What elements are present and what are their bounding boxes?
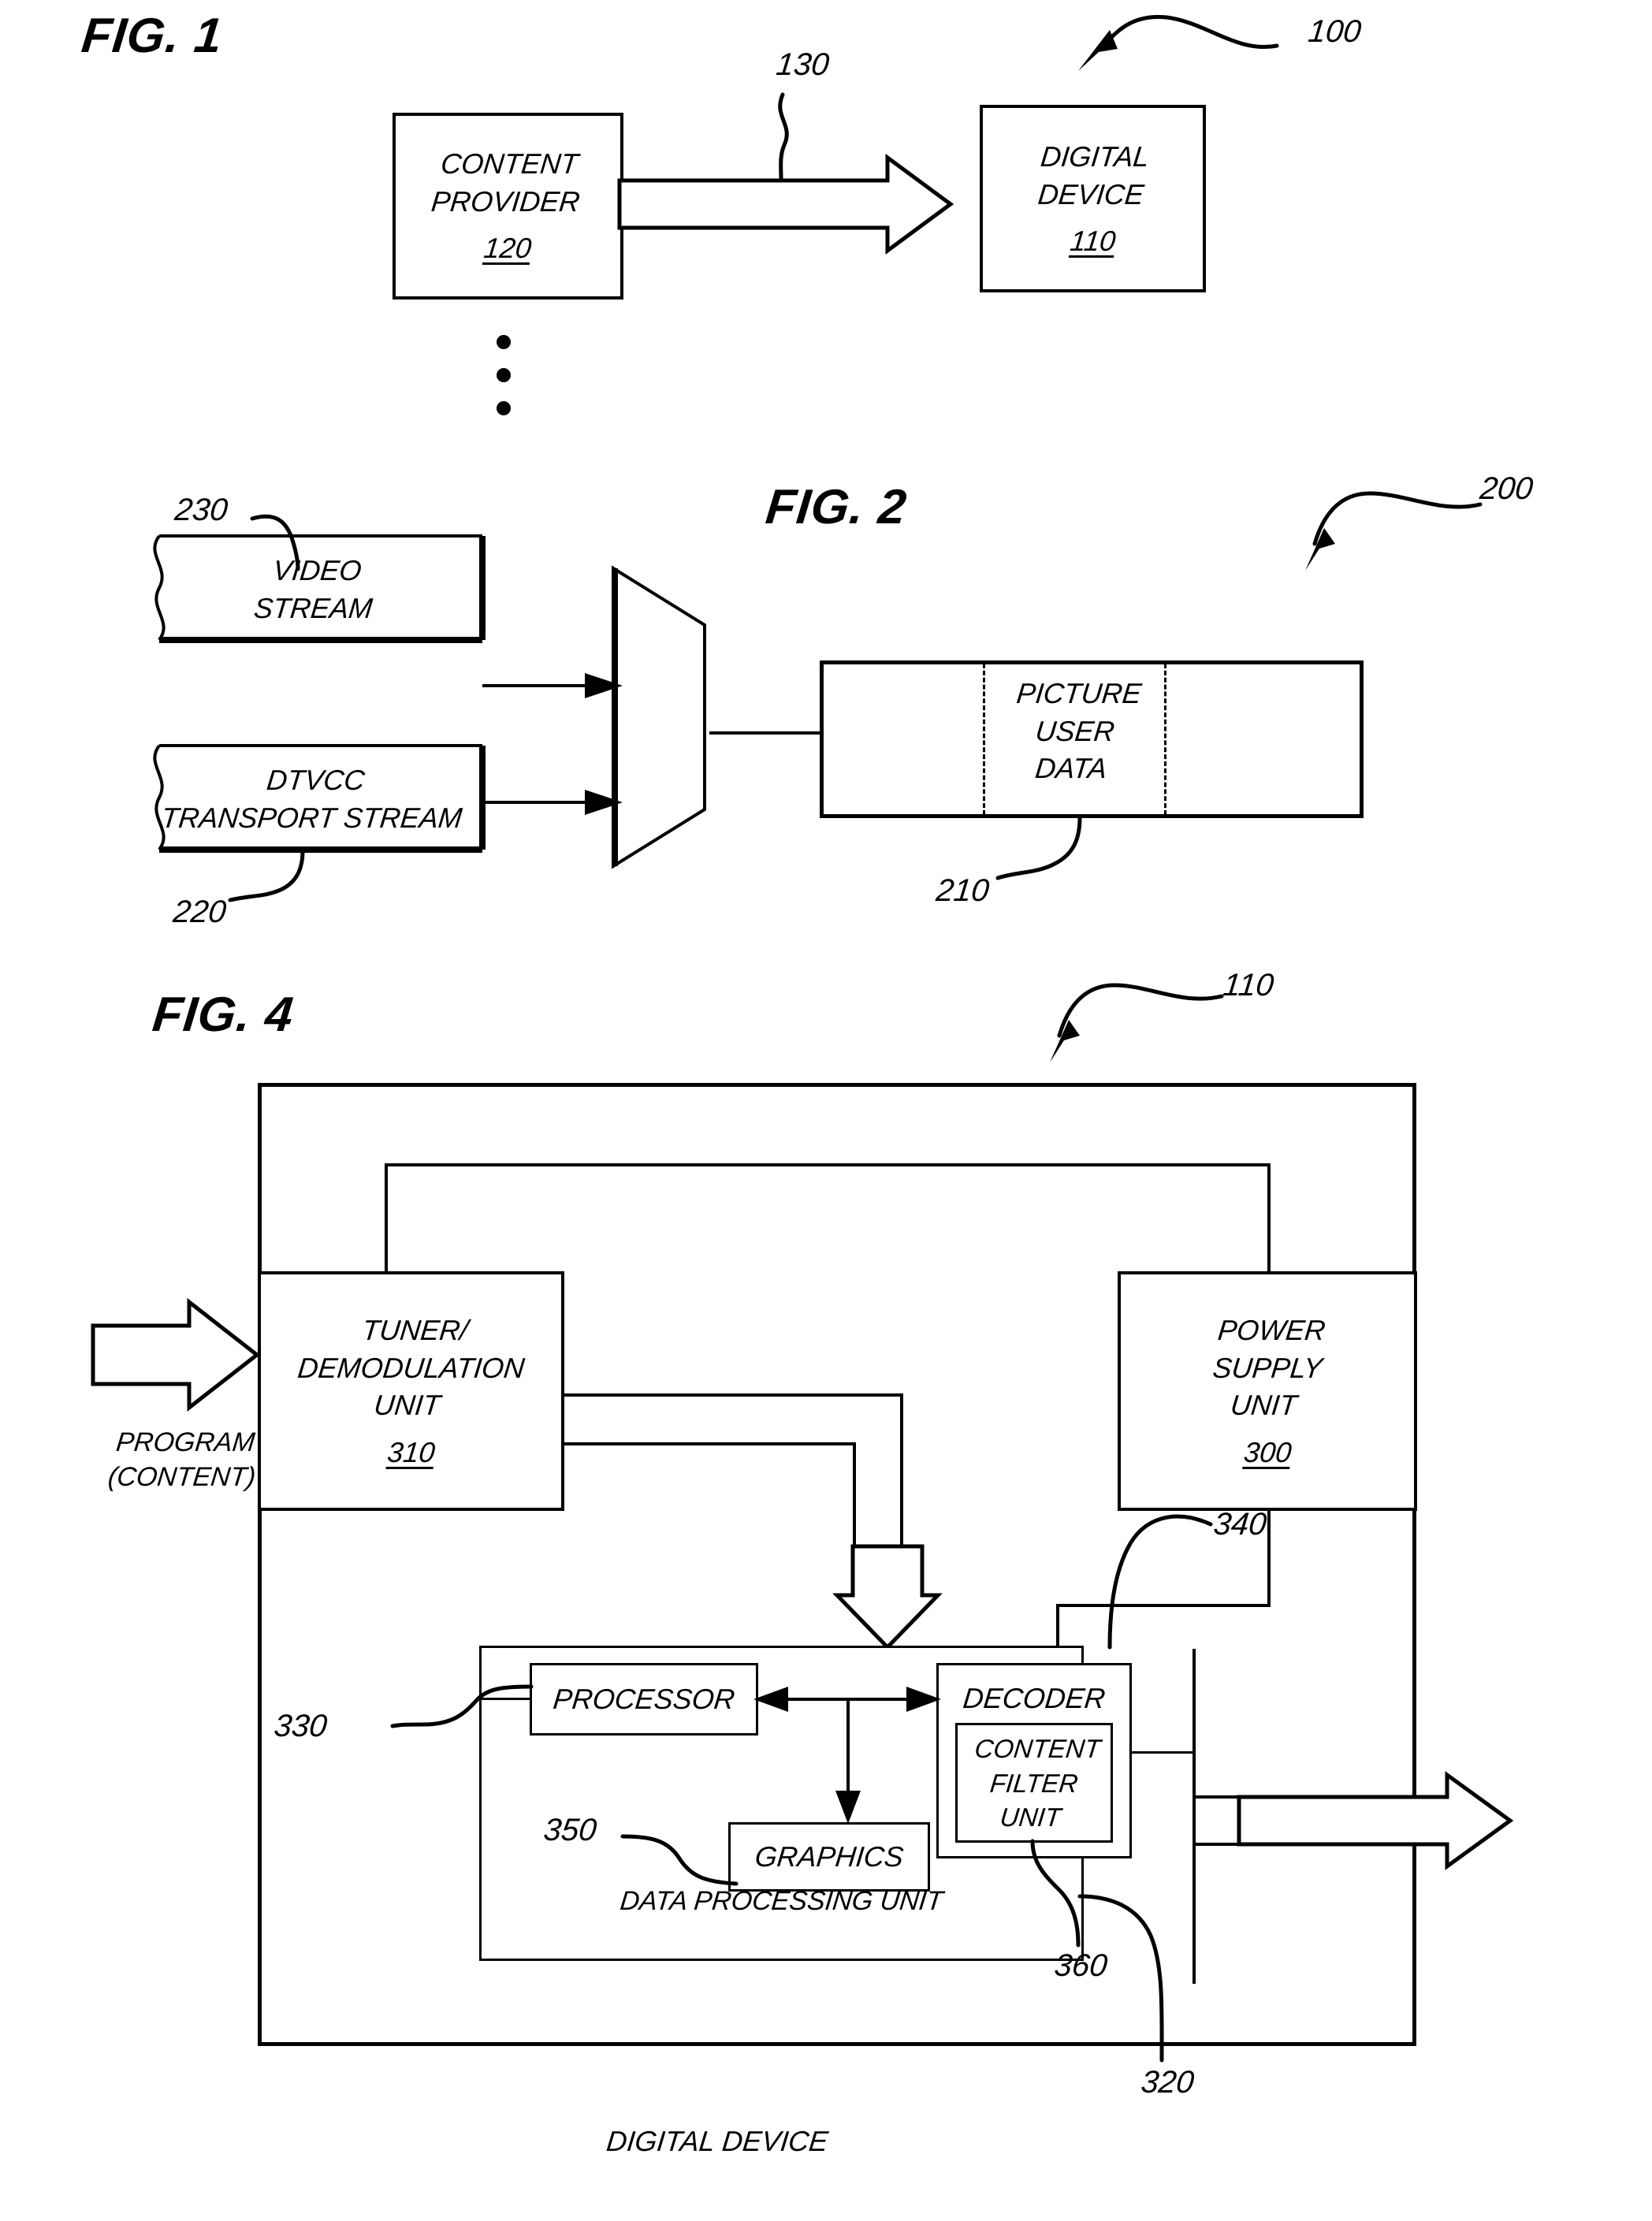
fig4-bus-top <box>385 1163 1271 1166</box>
fig4-graphics-label: GRAPHICS <box>753 1840 906 1873</box>
fig1-link-pointer-icon <box>778 92 789 182</box>
fig2-payload-leader-icon <box>995 816 1082 880</box>
fig2-video-stream-label: VIDEO STREAM <box>252 554 374 624</box>
fig2-video-to-mux-arrow-icon <box>482 673 623 698</box>
fig4-power-supply-box: POWER SUPPLY UNIT 300 <box>1118 1271 1417 1511</box>
fig4-tuner-ref: 310 <box>385 1435 437 1468</box>
fig4-title: FIG. 4 <box>150 988 296 1042</box>
fig2-system-ref: 200 <box>1478 471 1535 506</box>
fig4-content-filter-unit-ref: 360 <box>1052 1948 1110 1983</box>
fig4-processor-label: PROCESSOR <box>551 1683 737 1716</box>
fig4-processor-box: PROCESSOR <box>530 1663 758 1736</box>
fig4-right-internal-bus <box>1192 1649 1196 1984</box>
fig2-multiplexer-icon <box>612 565 706 869</box>
fig4-decoder-ref: 340 <box>1211 1507 1269 1542</box>
fig4-bus-to-graphics-icon <box>835 1699 861 1824</box>
fig1-title: FIG. 1 <box>79 9 225 63</box>
fig1-digital-device-box: DIGITAL DEVICE 110 <box>980 105 1206 292</box>
fig4-tuner-label: TUNER/ DEMODULATION UNIT <box>296 1313 526 1421</box>
fig4-decoder-label: DECODER <box>961 1682 1107 1714</box>
vertical-ellipsis-icon <box>497 335 511 415</box>
fig4-output-arrow-icon <box>1237 1771 1514 1870</box>
fig4-power-drop-into-dpu <box>1056 1604 1059 1650</box>
fig4-graphics-ref: 350 <box>541 1813 599 1847</box>
fig4-content-filter-leader-icon <box>1030 1839 1081 1948</box>
fig4-decoder-leader-icon <box>1107 1514 1213 1650</box>
fig4-content-filter-unit-label: CONTENT FILTER UNIT <box>973 1733 1103 1832</box>
fig4-tuner-out-upper-drop <box>900 1393 903 1565</box>
fig4-program-input-arrow-icon <box>91 1297 261 1412</box>
fig2-dtvcc-stream-label: DTVCC TRANSPORT STREAM <box>159 764 464 834</box>
fig4-tuner-box: TUNER/ DEMODULATION UNIT 310 <box>258 1271 564 1511</box>
fig1-content-provider-ref: 120 <box>482 232 534 265</box>
fig2-title: FIG. 2 <box>763 480 910 534</box>
fig1-system-ref: 100 <box>1306 14 1364 49</box>
fig4-decoder-right-wire <box>1130 1751 1195 1754</box>
fig4-power-supply-ref: 300 <box>1241 1435 1293 1468</box>
fig4-bus-top-right-drop <box>1267 1163 1271 1274</box>
fig4-output-stub-lower <box>1192 1843 1248 1846</box>
fig4-processor-left-wire <box>481 1698 531 1700</box>
fig2-dtvcc-to-mux-arrow-icon <box>482 790 623 815</box>
fig4-graphics-box: GRAPHICS <box>728 1822 930 1892</box>
fig4-output-stub-upper <box>1192 1795 1248 1799</box>
fig4-system-ref: 110 <box>1221 968 1276 1003</box>
fig4-power-supply-label: POWER SUPPLY UNIT <box>1211 1313 1327 1421</box>
fig4-bus-top-left-drop <box>385 1163 388 1274</box>
fig1-link-ref: 130 <box>774 47 832 82</box>
fig4-processor-leader-icon <box>390 1684 534 1728</box>
fig1-digital-device-ref: 110 <box>1068 224 1118 257</box>
fig4-outer-label: DIGITAL DEVICE <box>605 2125 830 2157</box>
fig4-program-input-label: PROGRAM (CONTENT) <box>106 1427 258 1493</box>
fig2-picture-user-data-label: PICTURE USER DATA <box>1014 677 1144 785</box>
fig2-dtvcc-stream-ref: 220 <box>171 895 229 929</box>
fig1-digital-device-label: DIGITAL DEVICE <box>1036 140 1151 210</box>
fig4-graphics-leader-icon <box>620 1834 739 1886</box>
fig4-system-pointer-icon <box>1050 983 1224 1062</box>
fig1-system-pointer-icon <box>1078 14 1279 71</box>
fig4-processor-ref: 330 <box>272 1709 329 1743</box>
fig4-content-filter-unit-box: CONTENT FILTER UNIT <box>955 1723 1113 1843</box>
fig2-video-stream-ref: 230 <box>173 493 230 527</box>
fig2-dtvcc-leader-icon <box>228 849 305 902</box>
patent-drawing-sheet: FIG. 1 100 CONTENT PROVIDER 120 130 DIGI… <box>0 0 1652 2221</box>
fig4-tuner-to-dpu-arrow-icon <box>832 1544 943 1650</box>
fig4-power-drop <box>1267 1509 1271 1607</box>
fig1-content-provider-box: CONTENT PROVIDER 120 <box>393 113 623 299</box>
fig4-tuner-out-upper <box>561 1393 903 1397</box>
fig2-payload-divider-left <box>983 664 985 815</box>
fig1-content-provider-label: CONTENT PROVIDER <box>430 147 582 218</box>
fig2-system-pointer-icon <box>1305 491 1483 571</box>
fig4-data-processing-unit-ref: 320 <box>1139 2065 1196 2100</box>
fig2-picture-user-data-ref: 210 <box>934 873 992 908</box>
fig4-tuner-out-lower <box>561 1442 856 1445</box>
